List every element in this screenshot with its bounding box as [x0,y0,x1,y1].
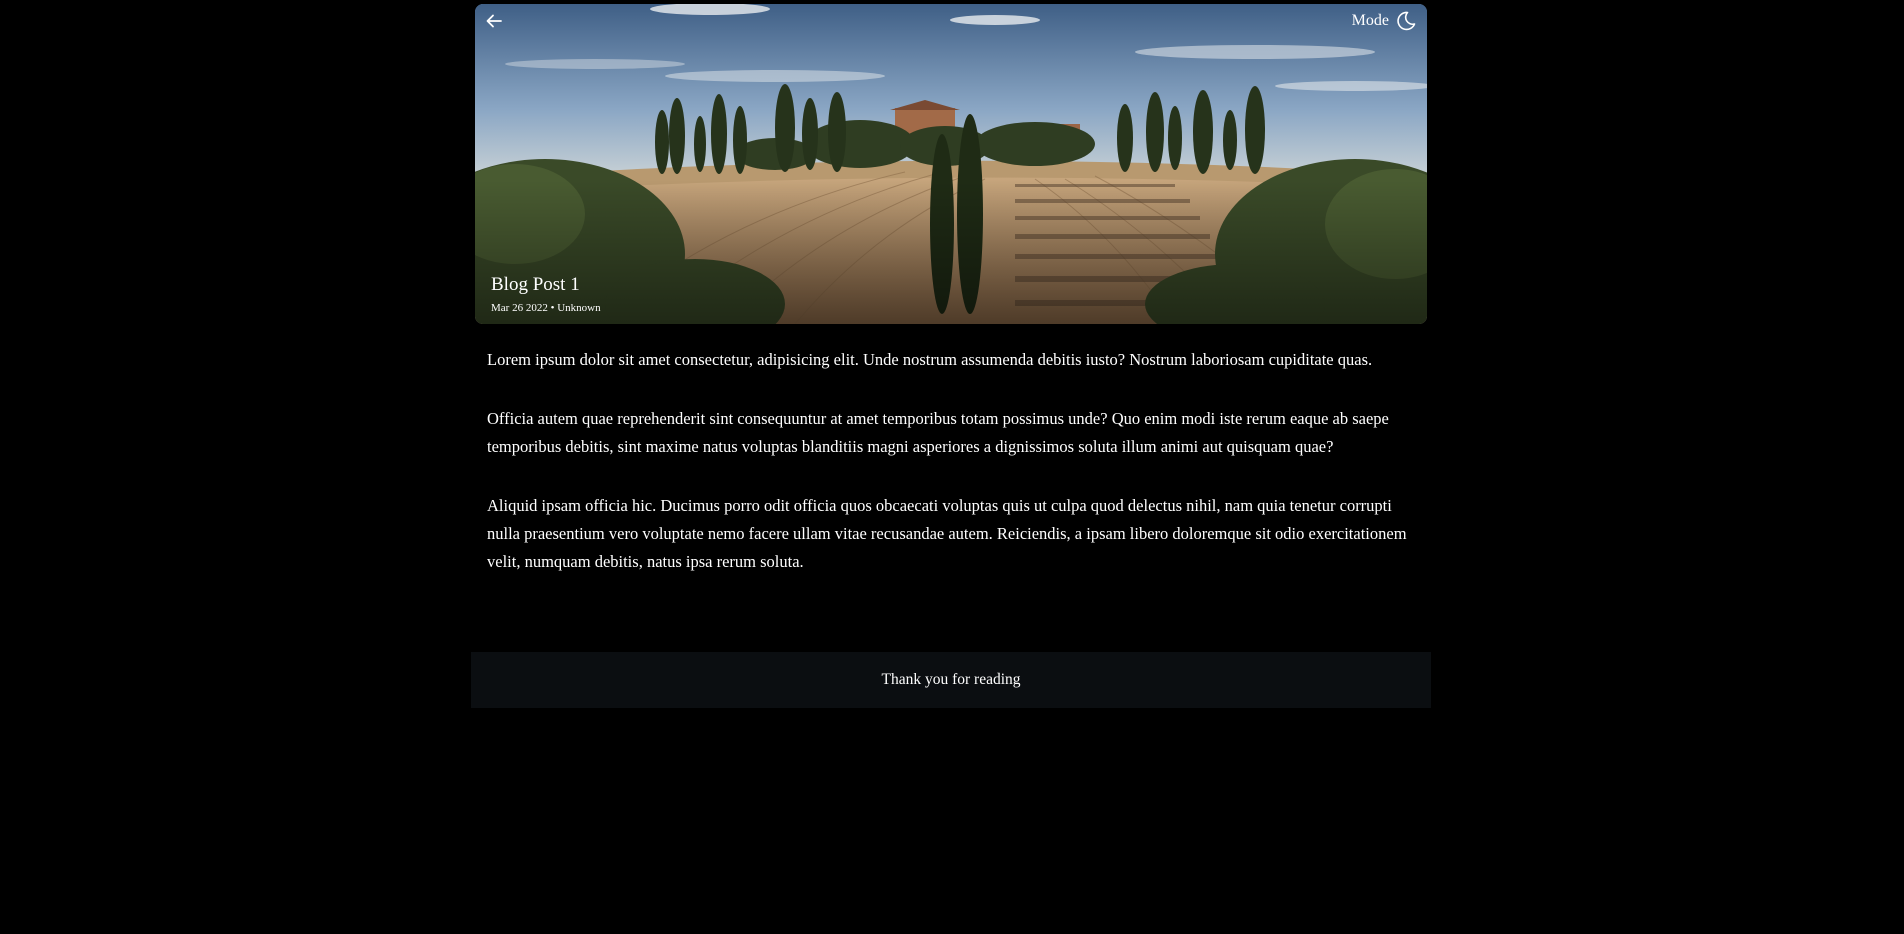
arrow-left-icon [486,14,502,28]
post-author: Unknown [557,302,601,314]
footer: Thank you for reading [471,652,1431,708]
blog-post-container: Mode Blog Post 1 Mar 26 2022 • Unknown L… [475,4,1427,576]
post-title: Blog Post 1 [491,274,580,295]
meta-separator: • [550,302,555,314]
hero-caption: Blog Post 1 Mar 26 2022 • Unknown [491,274,601,314]
mode-label: Mode [1351,12,1389,29]
mode-toggle-button[interactable]: Mode [1352,10,1417,32]
hero-banner: Mode Blog Post 1 Mar 26 2022 • Unknown [475,4,1427,324]
back-button[interactable] [481,8,507,34]
article-paragraph: Lorem ipsum dolor sit amet consectetur, … [487,350,1373,369]
post-meta: Mar 26 2022 • Unknown [491,302,601,314]
footer-text: Thank you for reading [881,671,1021,688]
article-paragraph: Officia autem quae reprehenderit sint co… [487,409,1389,456]
article-body: Lorem ipsum dolor sit amet consectetur, … [475,324,1427,576]
moon-icon [1397,11,1416,31]
post-date: Mar 26 2022 [491,302,548,314]
article-paragraph: Aliquid ipsam officia hic. Ducimus porro… [487,496,1407,571]
hero-image [475,4,1427,324]
